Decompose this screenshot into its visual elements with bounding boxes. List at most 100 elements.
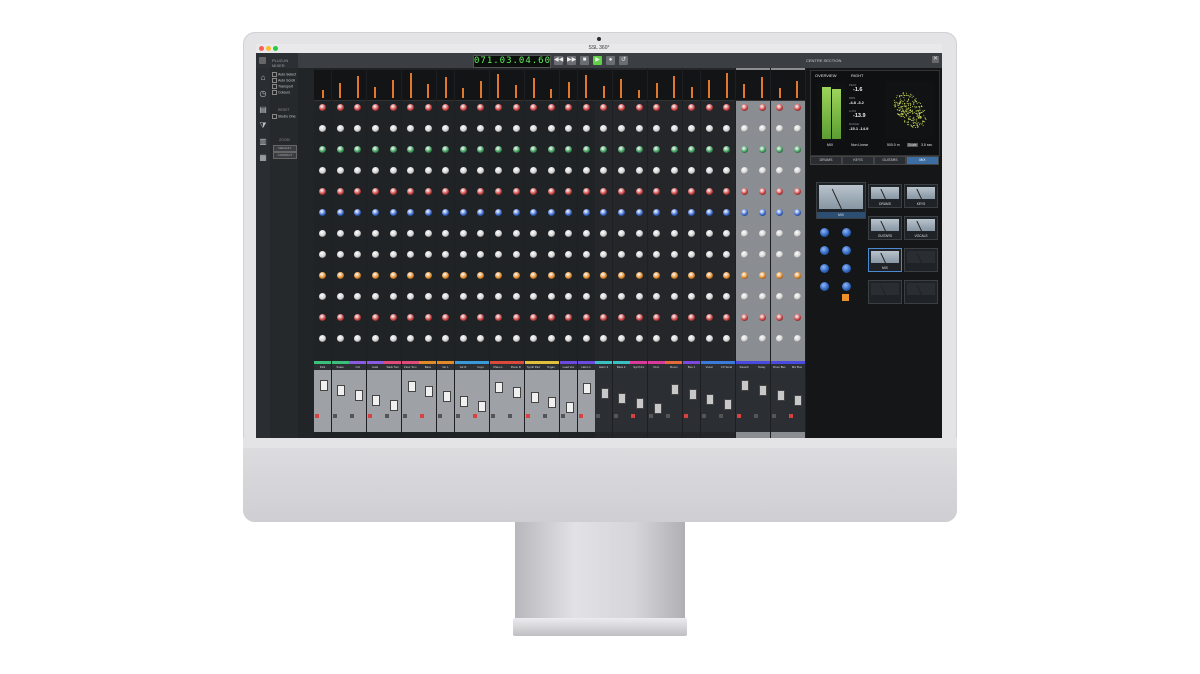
- channel-knob[interactable]: [705, 188, 713, 195]
- channel-knob[interactable]: [477, 104, 485, 111]
- channel-knob[interactable]: [670, 167, 678, 174]
- channel-knob[interactable]: [600, 251, 608, 258]
- channel-knob[interactable]: [459, 230, 467, 237]
- channel-knob[interactable]: [354, 209, 362, 216]
- channel-knob[interactable]: [512, 272, 520, 279]
- channel-knob[interactable]: [723, 335, 731, 342]
- channel-knob[interactable]: [407, 209, 415, 216]
- channel-knob[interactable]: [776, 314, 784, 321]
- channel-knob[interactable]: [319, 272, 327, 279]
- channel-knob[interactable]: [477, 146, 485, 153]
- channel-knob[interactable]: [670, 293, 678, 300]
- channel-knob[interactable]: [389, 146, 397, 153]
- mute-button[interactable]: [596, 414, 601, 418]
- fader-cap[interactable]: [354, 390, 363, 401]
- centre-knob[interactable]: [842, 228, 851, 237]
- channel-knob[interactable]: [477, 335, 485, 342]
- channel-knob[interactable]: [600, 293, 608, 300]
- channel-knob[interactable]: [477, 188, 485, 195]
- fader-cap[interactable]: [723, 399, 732, 410]
- channel-knob[interactable]: [336, 335, 344, 342]
- channel-knob[interactable]: [723, 125, 731, 132]
- fader-cap[interactable]: [688, 389, 697, 400]
- channel-knob[interactable]: [740, 167, 748, 174]
- channel-knob[interactable]: [565, 209, 573, 216]
- channel-knob[interactable]: [442, 125, 450, 132]
- channel-knob[interactable]: [512, 209, 520, 216]
- channel-knob[interactable]: [389, 335, 397, 342]
- channel-knob[interactable]: [371, 104, 379, 111]
- channel-knob[interactable]: [319, 251, 327, 258]
- channel-knob[interactable]: [617, 293, 625, 300]
- channel-knob[interactable]: [740, 335, 748, 342]
- channel-knob[interactable]: [723, 293, 731, 300]
- channel-knob[interactable]: [670, 251, 678, 258]
- channel-knob[interactable]: [617, 335, 625, 342]
- channel-knob[interactable]: [758, 209, 766, 216]
- channel-knob[interactable]: [705, 167, 713, 174]
- channel-knob[interactable]: [705, 272, 713, 279]
- channel-knob[interactable]: [617, 272, 625, 279]
- channel-knob[interactable]: [582, 272, 590, 279]
- channel-knob[interactable]: [617, 251, 625, 258]
- channel-knob[interactable]: [424, 293, 432, 300]
- channel-knob[interactable]: [635, 293, 643, 300]
- mute-button[interactable]: [315, 414, 319, 418]
- channel-knob[interactable]: [758, 167, 766, 174]
- channels-icon[interactable]: ▦: [259, 154, 267, 162]
- channel-knob[interactable]: [740, 272, 748, 279]
- fader-cap[interactable]: [565, 402, 574, 413]
- channel-knob[interactable]: [424, 188, 432, 195]
- channel-knob[interactable]: [688, 293, 696, 300]
- channel-knob[interactable]: [582, 146, 590, 153]
- mute-button[interactable]: [438, 414, 442, 418]
- channel-knob[interactable]: [670, 209, 678, 216]
- channel-knob[interactable]: [653, 167, 661, 174]
- channel-knob[interactable]: [389, 272, 397, 279]
- menu-icon[interactable]: [259, 57, 266, 64]
- channel-knob[interactable]: [371, 230, 379, 237]
- channel-knob[interactable]: [424, 335, 432, 342]
- channel-knob[interactable]: [688, 314, 696, 321]
- channel-knob[interactable]: [530, 125, 538, 132]
- option-auto-scroll[interactable]: Auto Scroll: [272, 78, 295, 83]
- channel-knob[interactable]: [758, 104, 766, 111]
- channel-knob[interactable]: [530, 335, 538, 342]
- channel-knob[interactable]: [723, 209, 731, 216]
- channel-knob[interactable]: [477, 293, 485, 300]
- channel-knob[interactable]: [336, 251, 344, 258]
- channel-knob[interactable]: [547, 167, 555, 174]
- channel-knob[interactable]: [442, 104, 450, 111]
- channel-knob[interactable]: [670, 125, 678, 132]
- channel-knob[interactable]: [354, 188, 362, 195]
- channel-knob[interactable]: [565, 167, 573, 174]
- channel-knob[interactable]: [793, 167, 801, 174]
- fader-cap[interactable]: [337, 385, 346, 396]
- channel-knob[interactable]: [319, 104, 327, 111]
- channel-knob[interactable]: [547, 188, 555, 195]
- channel-knob[interactable]: [547, 209, 555, 216]
- mute-button[interactable]: [332, 414, 337, 418]
- fader-cap[interactable]: [741, 380, 750, 391]
- footer-scale[interactable]: Scale: [907, 143, 918, 147]
- close-icon[interactable]: ✕: [932, 56, 939, 63]
- fader-cap[interactable]: [319, 380, 328, 391]
- channel-knob[interactable]: [319, 335, 327, 342]
- clock-icon[interactable]: ◷: [259, 90, 267, 98]
- fader-cap[interactable]: [618, 393, 627, 404]
- channel-knob[interactable]: [670, 188, 678, 195]
- mute-button[interactable]: [754, 414, 759, 418]
- channel-knob[interactable]: [600, 230, 608, 237]
- mute-button[interactable]: [684, 414, 688, 418]
- channel-knob[interactable]: [442, 335, 450, 342]
- channel-knob[interactable]: [723, 314, 731, 321]
- channel-knob[interactable]: [319, 293, 327, 300]
- channel-knob[interactable]: [442, 230, 450, 237]
- channel-knob[interactable]: [793, 335, 801, 342]
- fast-forward-button[interactable]: ▶▶: [567, 56, 576, 65]
- channel-knob[interactable]: [793, 272, 801, 279]
- channel-knob[interactable]: [776, 125, 784, 132]
- channel-knob[interactable]: [371, 272, 379, 279]
- centre-knob[interactable]: [842, 264, 851, 273]
- tab-keys[interactable]: KEYS: [842, 156, 874, 165]
